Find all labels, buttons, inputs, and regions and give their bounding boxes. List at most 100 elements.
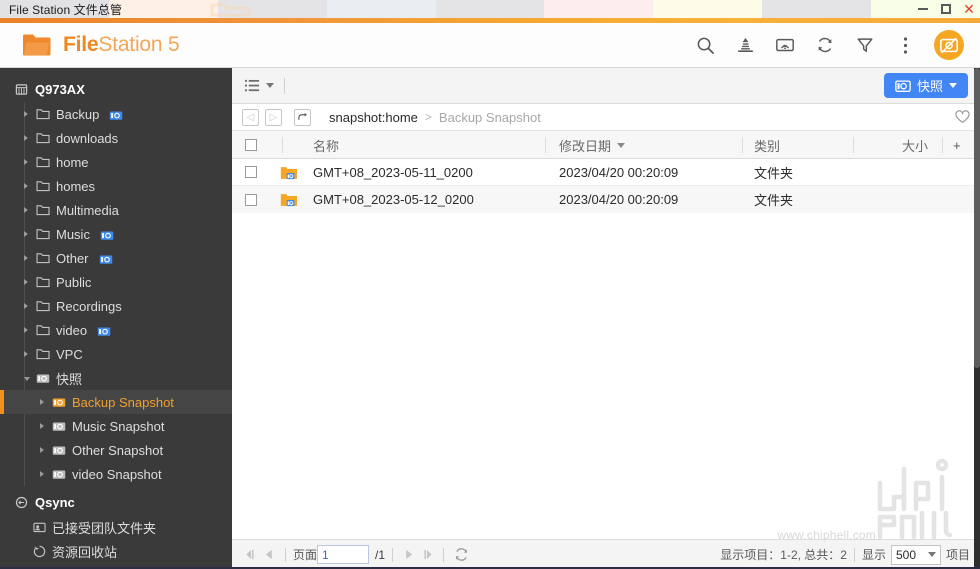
snapshot-app-icon[interactable] [934,30,964,60]
items-info: 显示项目：1-2, 总共：2 [720,548,847,562]
chevron-down-icon [949,83,957,88]
minimize-button[interactable] [916,2,930,16]
sidebar-item-recycle-bin[interactable]: 资源回收站 [0,539,232,563]
snapshot-badge-icon [97,325,111,336]
folder-icon [36,107,50,121]
breadcrumb-current[interactable]: Backup Snapshot [439,110,541,125]
column-header-modified[interactable]: 修改日期 [559,131,626,159]
sidebar-root-q973ax[interactable]: Q973AX [0,76,232,102]
search-icon[interactable] [694,34,716,56]
close-button[interactable]: ✕ [962,2,976,16]
table-row[interactable]: GMT+08_2023-05-12_0200 2023/04/20 00:20:0… [232,186,980,213]
sidebar-item-label: Public [56,274,92,290]
chevron-right-icon[interactable] [24,183,28,189]
sidebar-item-label: Backup [56,106,100,122]
sidebar-qsync-items: 已接受团队文件夹 资源回收站 [0,515,232,563]
folder-icon [36,323,50,337]
sidebar-item-downloads[interactable]: downloads [0,126,232,150]
heart-icon[interactable] [955,110,970,124]
sidebar-group-qsync[interactable]: Qsync [0,489,232,515]
column-header-type[interactable]: 类别 [754,131,780,159]
sidebar-item-team-folder[interactable]: 已接受团队文件夹 [0,515,232,539]
window-title: File Station 文件总管 [9,2,123,17]
filter-icon[interactable] [854,34,876,56]
breadcrumb-root[interactable]: snapshot:home [329,110,418,125]
show-label: 显示 [861,548,886,562]
last-page-icon[interactable] [417,549,436,560]
content-pane: 快照 ◁ ▷ snapshot:home > Backup Snapshot 名… [232,68,980,569]
cast-icon[interactable] [774,34,796,56]
chevron-down-icon [927,552,936,557]
sidebar-item-backup-snapshot[interactable]: Backup Snapshot [0,390,232,414]
column-header-name[interactable]: 名称 [313,131,339,159]
sidebar-item-label: VPC [56,346,83,362]
cell-name: GMT+08_2023-05-11_0200 [313,164,473,180]
upload-icon[interactable] [734,34,756,56]
sidebar-item-backup[interactable]: Backup [0,102,232,126]
sidebar-item-recordings[interactable]: Recordings [0,294,232,318]
nas-icon [14,82,28,96]
chevron-right-icon[interactable] [24,231,28,237]
next-page-icon[interactable] [400,549,417,560]
sidebar-tree: Backup downloads home homes Multimedia Music O… [0,102,232,486]
page-size-select[interactable]: 500 [890,544,941,565]
chevron-right-icon[interactable] [24,159,28,165]
refresh-icon[interactable] [814,34,836,56]
sidebar-scrollbar[interactable] [974,68,980,569]
snapshot-button[interactable]: 快照 [883,73,968,98]
row-checkbox[interactable] [245,186,257,213]
chevron-right-icon[interactable] [24,111,28,117]
refresh-icon[interactable] [451,547,472,562]
folder-icon [36,275,50,289]
sidebar-item-[interactable]: 快照 [0,366,232,390]
add-column-button[interactable]: + [953,131,961,159]
column-header-size[interactable]: 大小 [902,131,928,159]
sidebar-item-homes[interactable]: homes [0,174,232,198]
up-icon[interactable] [294,108,311,126]
back-icon[interactable]: ◁ [242,108,259,126]
chevron-right-icon[interactable] [24,303,28,309]
prev-page-icon[interactable] [261,549,278,560]
select-all-checkbox[interactable] [245,131,257,159]
chevron-right-icon[interactable] [40,399,44,405]
window-title-bar: File Station 文件总管 ✕ [0,0,980,18]
accent-stripe [0,18,980,23]
chevron-right-icon[interactable] [24,351,28,357]
row-checkbox[interactable] [245,159,257,186]
chevron-right-icon[interactable] [40,471,44,477]
sidebar-item-public[interactable]: Public [0,270,232,294]
sidebar-scrollbar-thumb[interactable] [974,68,980,368]
sidebar-item-video-snapshot[interactable]: video Snapshot [0,462,232,486]
maximize-button[interactable] [939,2,953,16]
chevron-right-icon[interactable] [24,135,28,141]
sidebar-item-home[interactable]: home [0,150,232,174]
chevron-right-icon[interactable] [24,279,28,285]
sidebar-item-video[interactable]: video [0,318,232,342]
snapshot-badge-icon [109,109,123,120]
page-label: 页面 [293,548,318,562]
chevron-right-icon[interactable] [24,327,28,333]
forward-icon[interactable]: ▷ [265,108,282,126]
more-vertical-icon[interactable] [894,34,916,56]
sidebar-item-vpc[interactable]: VPC [0,342,232,366]
chevron-down-icon[interactable] [24,377,30,381]
chevron-right-icon[interactable] [40,423,44,429]
first-page-icon[interactable] [242,549,261,560]
page-number-input[interactable] [317,545,370,564]
sidebar-item-other[interactable]: Other [0,246,232,270]
table-row[interactable]: GMT+08_2023-05-11_0200 2023/04/20 00:20:0… [232,159,980,186]
sidebar-item-multimedia[interactable]: Multimedia [0,198,232,222]
folder-icon [36,179,50,193]
sidebar-item-label: Recordings [56,298,122,314]
sidebar-item-label: Music Snapshot [72,418,165,434]
folder-logo-icon [23,34,51,56]
camera-icon [36,371,50,385]
sidebar-item-music-snapshot[interactable]: Music Snapshot [0,414,232,438]
chevron-right-icon[interactable] [40,447,44,453]
chevron-right-icon[interactable] [24,255,28,261]
chevron-right-icon[interactable] [24,207,28,213]
folder-icon [36,203,50,217]
sidebar-item-other-snapshot[interactable]: Other Snapshot [0,438,232,462]
list-view-icon[interactable] [244,78,274,93]
sidebar-item-music[interactable]: Music [0,222,232,246]
